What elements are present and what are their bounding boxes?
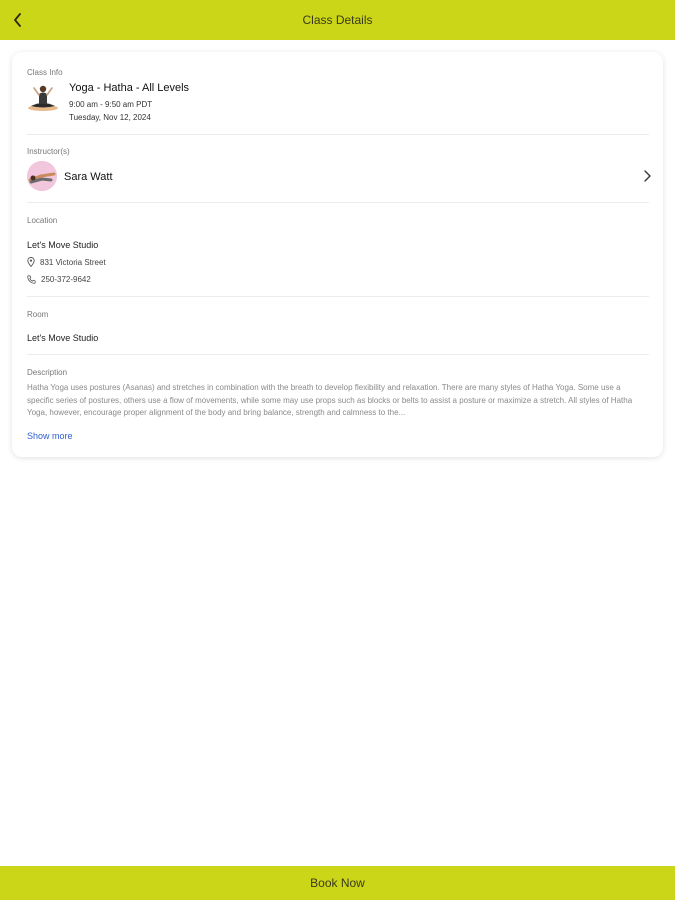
room-name: Let's Move Studio [27,333,99,343]
location-name: Let's Move Studio [27,240,99,250]
location-phone[interactable]: 250-372-9642 [41,275,91,284]
page-title: Class Details [302,13,373,27]
instructor-row[interactable]: Sara Watt [24,158,654,194]
yoga-pose-icon [28,85,58,111]
class-info-label: Class Info [27,68,63,77]
description-text: Hatha Yoga uses postures (Asanas) and st… [27,383,633,417]
top-bar: Class Details [0,0,675,40]
chevron-right-icon [644,170,651,182]
map-pin-icon [27,257,35,267]
class-name: Yoga - Hatha - All Levels [69,82,190,94]
class-time: 9:00 am - 9:50 am PDT [69,100,153,109]
class-details-card: Class Info Yoga - Hatha - All Levels 9:0… [12,52,663,457]
divider [27,354,649,355]
divider [27,296,649,297]
room-label: Room [27,310,49,319]
location-address: 831 Victoria Street [40,257,106,267]
avatar [27,161,57,191]
divider [27,134,649,135]
book-now-button[interactable]: Book Now [0,866,675,900]
address-line: 831 Victoria Street [27,257,106,267]
instructor-name: Sara Watt [64,171,113,183]
description-label: Description [27,368,68,377]
location-label: Location [27,216,58,225]
chevron-left-icon [14,13,21,27]
divider [27,202,649,203]
show-more-link[interactable]: Show more [27,431,73,441]
class-date: Tuesday, Nov 12, 2024 [69,113,151,122]
phone-line: 250-372-9642 [27,275,91,284]
instructor-label: Instructor(s) [27,147,70,156]
back-button[interactable] [6,8,30,32]
phone-icon [27,275,36,284]
book-now-label: Book Now [310,876,365,890]
